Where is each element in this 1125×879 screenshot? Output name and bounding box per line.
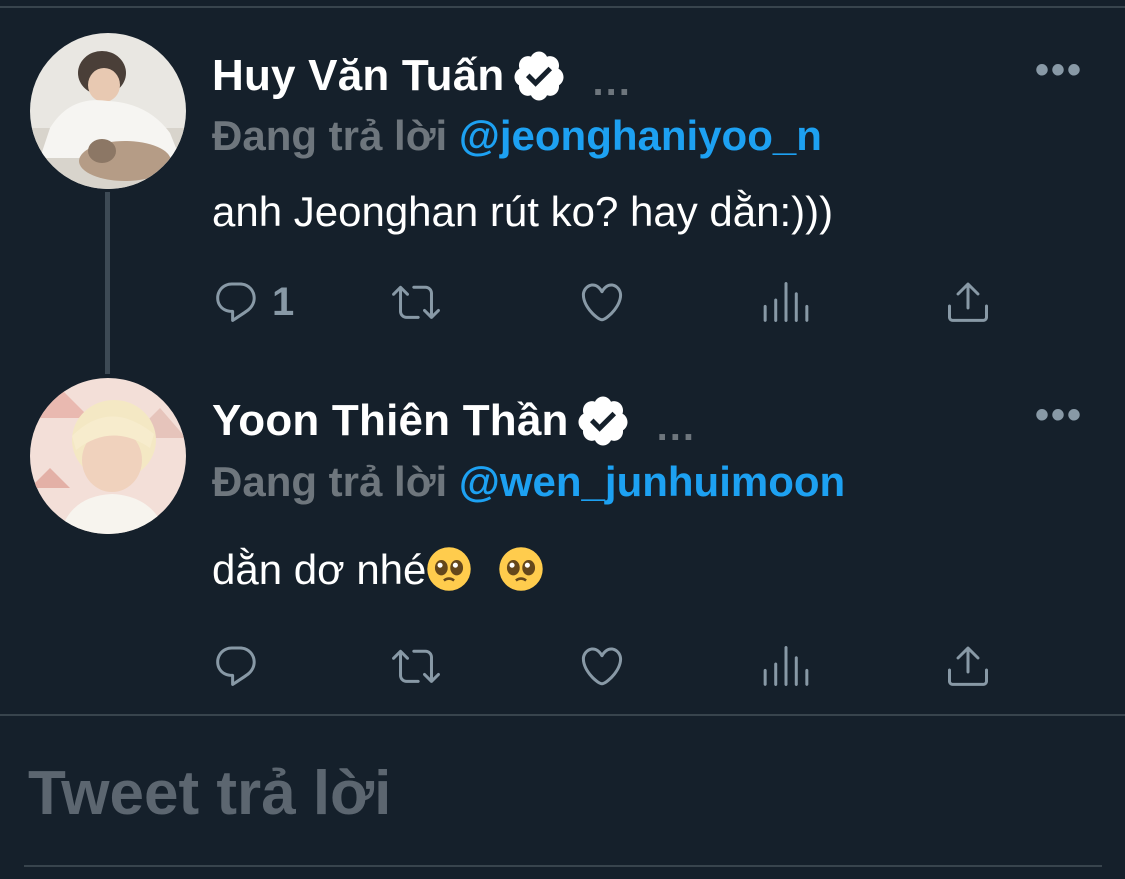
- tweet-text: anh Jeonghan rút ko? hay dằn:))): [212, 188, 834, 235]
- replying-to: Đang trả lời @jeonghaniyoo_n: [212, 112, 822, 160]
- analytics-button[interactable]: [762, 642, 810, 690]
- like-button[interactable]: [578, 278, 626, 326]
- author-row: Huy Văn Tuấn ...: [212, 48, 632, 104]
- like-icon: [581, 283, 623, 322]
- replying-to: Đang trả lời @wen_junhuimoon: [212, 458, 845, 506]
- action-bar: [212, 642, 1002, 692]
- analytics-icon: [763, 282, 809, 322]
- reply-button[interactable]: [212, 642, 260, 690]
- avatar[interactable]: [30, 378, 186, 534]
- retweet-icon: [392, 285, 440, 319]
- top-divider: [0, 6, 1125, 8]
- more-options-button[interactable]: •••: [1035, 393, 1083, 438]
- analytics-icon: [763, 646, 809, 686]
- pleading-face-emoji: [427, 547, 472, 591]
- reply-button[interactable]: 1: [212, 278, 294, 326]
- share-icon: [948, 646, 988, 686]
- compose-divider: [0, 714, 1125, 716]
- username-truncation: ...: [656, 404, 696, 449]
- more-options-button[interactable]: •••: [1035, 48, 1083, 93]
- share-button[interactable]: [944, 642, 992, 690]
- replying-handle-link[interactable]: @wen_junhuimoon: [459, 458, 845, 505]
- retweet-button[interactable]: [392, 278, 440, 326]
- replying-prefix: Đang trả lời: [212, 458, 448, 505]
- share-icon: [948, 282, 988, 322]
- like-icon: [581, 647, 623, 686]
- verified-badge-icon: [578, 396, 628, 446]
- author-name[interactable]: Yoon Thiên Thần: [212, 396, 569, 446]
- like-button[interactable]: [578, 642, 626, 690]
- compose-underline: [24, 865, 1102, 867]
- action-bar: 1: [212, 278, 1002, 328]
- reply-icon: [216, 646, 256, 686]
- tweet-text: dằn dơ nhé: [212, 546, 427, 593]
- replying-prefix: Đang trả lời: [212, 112, 448, 159]
- verified-badge-icon: [514, 51, 564, 101]
- retweet-button[interactable]: [392, 642, 440, 690]
- author-row: Yoon Thiên Thần ...: [212, 393, 696, 449]
- share-button[interactable]: [944, 278, 992, 326]
- replying-handle-link[interactable]: @jeonghaniyoo_n: [459, 112, 822, 159]
- retweet-icon: [392, 649, 440, 683]
- author-name[interactable]: Huy Văn Tuấn: [212, 51, 505, 101]
- reply-compose-input[interactable]: Tweet trả lời: [28, 758, 391, 829]
- tweet-text-row: dằn dơ nhé: [212, 546, 544, 594]
- avatar[interactable]: [30, 33, 186, 189]
- reply-icon: [216, 282, 256, 322]
- thread-connector: [105, 192, 110, 374]
- reply-count: 1: [272, 279, 295, 324]
- pleading-face-emoji: [499, 547, 543, 591]
- username-truncation: ...: [592, 59, 632, 104]
- analytics-button[interactable]: [762, 278, 810, 326]
